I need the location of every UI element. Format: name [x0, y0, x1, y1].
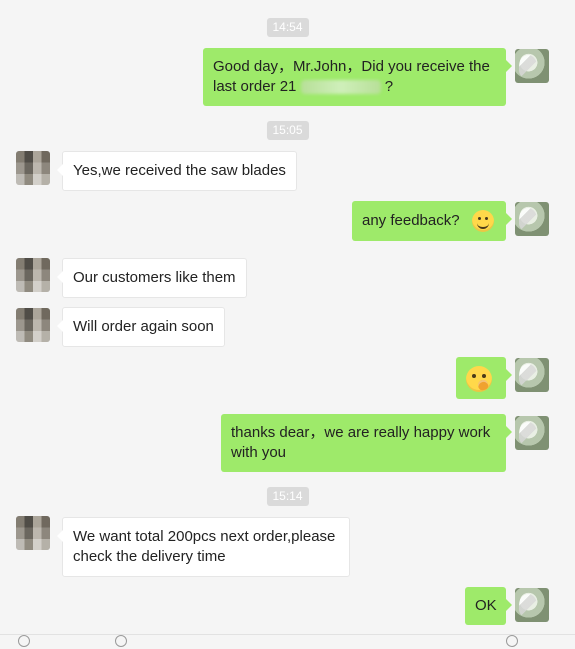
self-avatar[interactable]	[515, 358, 549, 392]
self-avatar[interactable]	[515, 588, 549, 622]
timestamp: 14:54	[266, 18, 309, 37]
self-avatar[interactable]	[515, 202, 549, 236]
self-avatar[interactable]	[515, 49, 549, 83]
contact-avatar[interactable]	[16, 258, 50, 292]
message-text-suffix: ?	[384, 78, 394, 95]
message-text: We want total 200pcs next order,please c…	[73, 528, 336, 565]
other-message-bubble[interactable]: Will order again soon	[57, 307, 225, 347]
redacted-order-number	[300, 80, 381, 95]
contact-avatar[interactable]	[16, 151, 50, 185]
self-message-bubble[interactable]: any feedback?	[352, 201, 512, 241]
message-text: OK	[475, 597, 497, 614]
timestamp: 15:05	[266, 121, 309, 140]
other-message-bubble[interactable]: Yes,we received the saw blades	[57, 151, 297, 191]
thinking-emoji-icon	[466, 366, 492, 392]
contact-avatar[interactable]	[16, 308, 50, 342]
emoji-icon[interactable]	[18, 635, 30, 647]
more-icon[interactable]	[115, 635, 127, 647]
self-message-bubble[interactable]: OK	[465, 587, 512, 625]
input-toolbar	[0, 634, 575, 649]
history-icon[interactable]	[506, 635, 518, 647]
message-text: thanks dear，we are really happy work wit…	[231, 424, 491, 461]
self-emoji-bubble[interactable]	[456, 357, 512, 399]
self-message-bubble[interactable]: thanks dear，we are really happy work wit…	[221, 414, 512, 472]
message-text: Will order again soon	[73, 318, 214, 335]
message-text: any feedback?	[362, 211, 460, 229]
chat-window: 14:54 Good day，Mr.John，Did you receive t…	[0, 0, 575, 649]
timestamp: 15:14	[266, 487, 309, 506]
message-text: Our customers like them	[73, 269, 236, 286]
other-message-bubble[interactable]: We want total 200pcs next order,please c…	[57, 517, 350, 577]
other-message-bubble[interactable]: Our customers like them	[57, 258, 247, 298]
self-message-bubble[interactable]: Good day，Mr.John，Did you receive the las…	[203, 48, 512, 106]
smile-emoji-icon	[471, 210, 494, 232]
self-avatar[interactable]	[515, 416, 549, 450]
contact-avatar[interactable]	[16, 516, 50, 550]
message-text: Yes,we received the saw blades	[73, 162, 286, 179]
